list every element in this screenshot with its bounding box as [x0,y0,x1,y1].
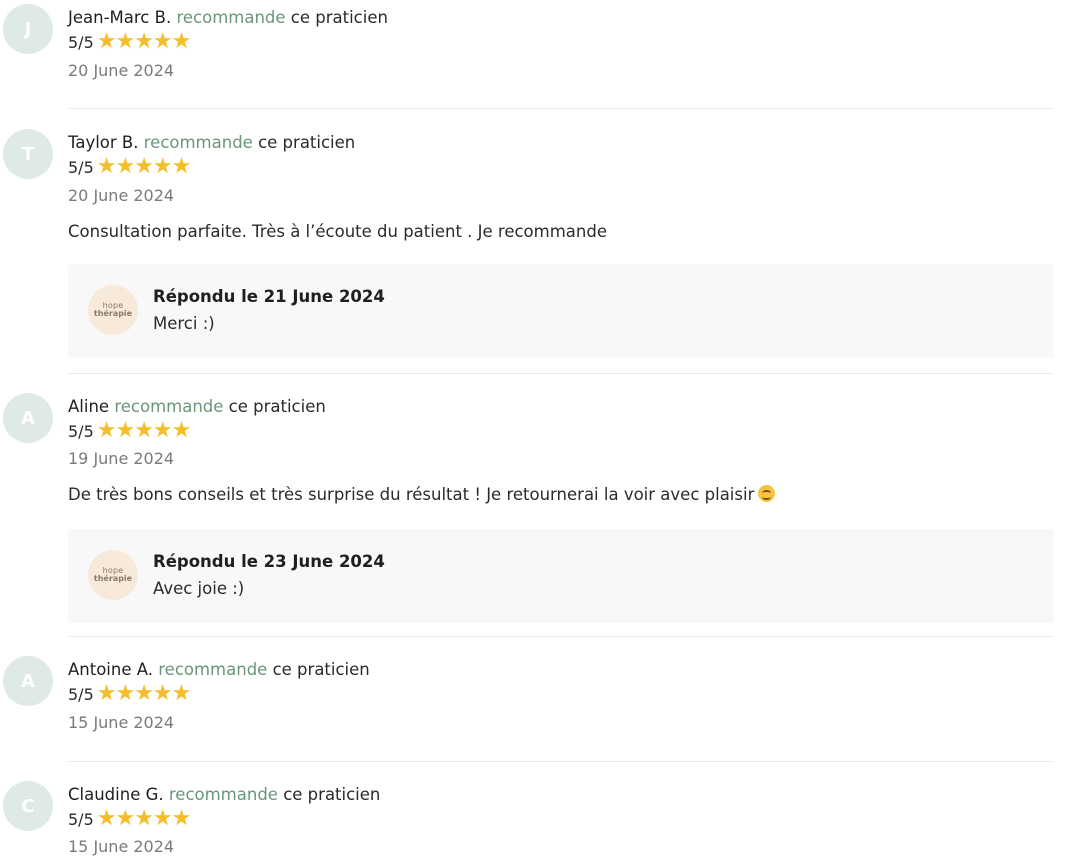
review-header: Antoine A. recommande ce praticien [68,660,370,679]
star-rating-icon: ★★★★★ [96,418,192,443]
reviewer-name: Jean-Marc B. [68,8,172,27]
rating-score: 5/5 [68,157,94,177]
recommend-label: recommande [168,785,278,804]
rating: 5/5 ★★★★★ [68,806,192,831]
divider [68,761,1054,762]
hope-therapie-logo: hope thérapie [88,285,138,335]
reviewer-name: Antoine A. [68,660,153,679]
review-comment: Consultation parfaite. Très à l’écoute d… [68,222,607,241]
recommend-label: recommande [143,133,253,152]
avatar: A [3,656,53,706]
star-rating-icon: ★★★★★ [96,154,192,179]
avatar: T [3,129,53,179]
reply-title: Répondu le 23 June 2024 [153,552,385,571]
review-header: Jean-Marc B. recommande ce praticien [68,8,388,27]
rating-score: 5/5 [68,809,94,829]
recommend-suffix: ce praticien [290,8,388,27]
rating: 5/5 ★★★★★ [68,29,192,54]
star-rating-icon: ★★★★★ [96,806,192,831]
reviewer-name: Aline [68,397,110,416]
divider [68,108,1054,109]
rating-score: 5/5 [68,684,94,704]
reply-text: Merci :) [153,314,215,333]
reply-title: Répondu le 21 June 2024 [153,287,385,306]
recommend-suffix: ce praticien [283,785,381,804]
recommend-label: recommande [176,8,286,27]
divider [68,373,1054,374]
star-rating-icon: ★★★★★ [96,29,192,54]
review-header: Claudine G. recommande ce praticien [68,785,380,804]
smiling-face-emoji-icon [758,485,776,502]
avatar: J [3,4,53,54]
hope-therapie-logo: hope thérapie [88,550,138,600]
recommend-suffix: ce praticien [272,660,370,679]
rating: 5/5 ★★★★★ [68,418,192,443]
avatar: A [3,393,53,443]
review-date: 19 June 2024 [68,449,175,468]
rating: 5/5 ★★★★★ [68,681,192,706]
review-header: Taylor B. recommande ce praticien [68,133,355,152]
star-rating-icon: ★★★★★ [96,681,192,706]
review-date: 15 June 2024 [68,837,175,856]
review-date: 20 June 2024 [68,186,175,205]
review-date: 20 June 2024 [68,61,175,80]
reviewer-name: Claudine G. [68,785,164,804]
review-comment: De très bons conseils et très surprise d… [68,485,755,504]
practitioner-reply: hope thérapie Répondu le 21 June 2024 Me… [68,264,1054,358]
recommend-label: recommande [158,660,268,679]
review-comment-row: De très bons conseils et très surprise d… [68,485,776,504]
avatar: C [3,781,53,831]
review-header: Aline recommande ce praticien [68,397,326,416]
recommend-label: recommande [114,397,224,416]
rating-score: 5/5 [68,32,94,52]
reviewer-name: Taylor B. [68,133,139,152]
practitioner-reply: hope thérapie Répondu le 23 June 2024 Av… [68,529,1054,623]
rating-score: 5/5 [68,421,94,441]
divider [68,636,1054,637]
recommend-suffix: ce praticien [258,133,356,152]
rating: 5/5 ★★★★★ [68,154,192,179]
reply-text: Avec joie :) [153,579,245,598]
recommend-suffix: ce praticien [228,397,326,416]
review-date: 15 June 2024 [68,713,175,732]
